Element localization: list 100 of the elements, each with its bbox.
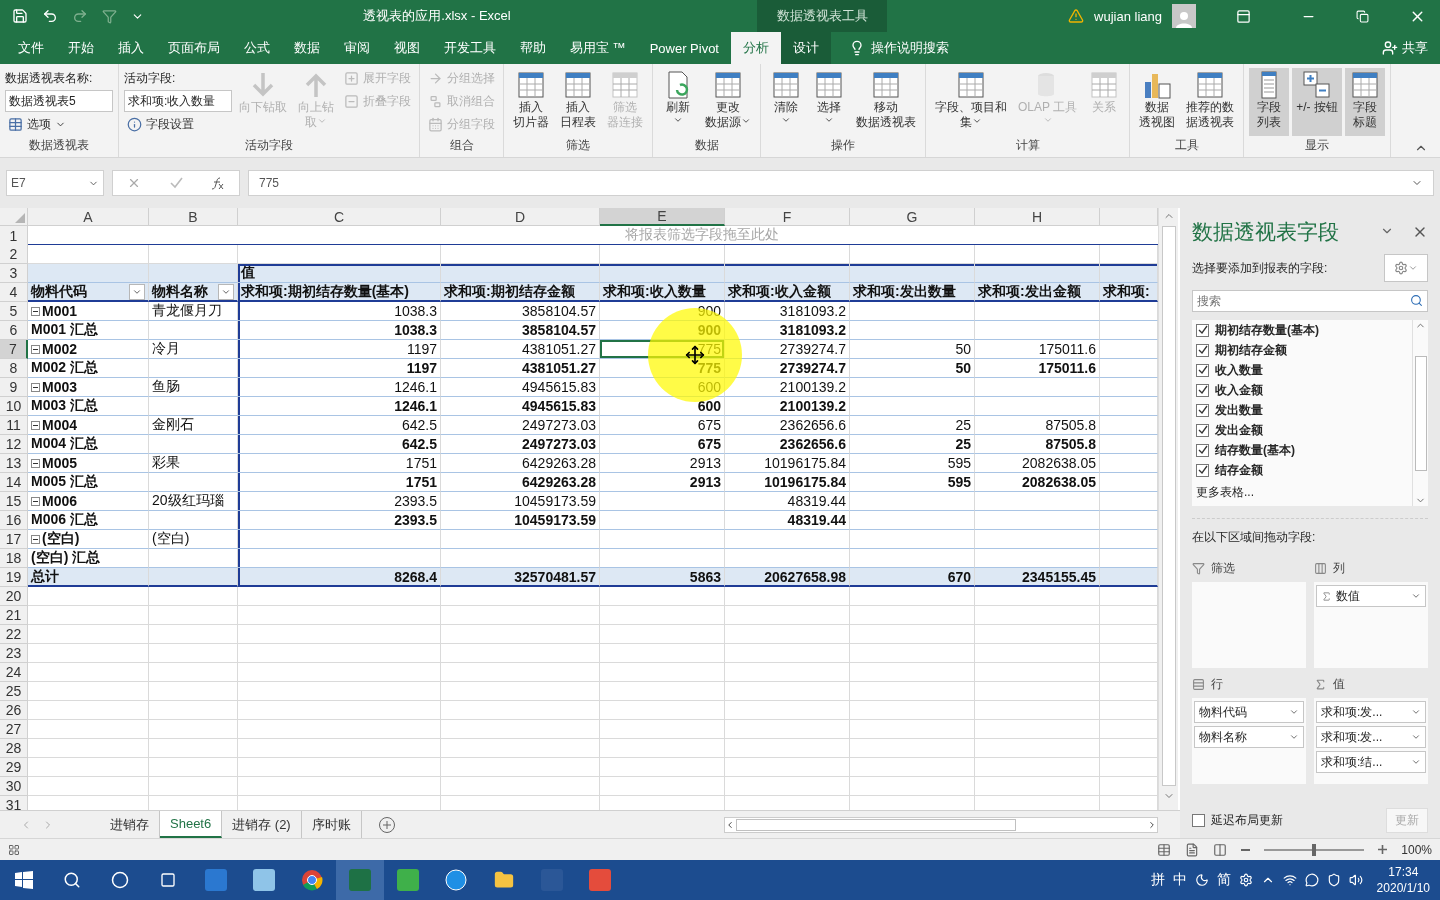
settings-button[interactable]	[1384, 254, 1428, 282]
page-layout-icon[interactable]	[1185, 842, 1200, 857]
menu-tab[interactable]: 审阅	[332, 32, 382, 64]
row-number[interactable]: 13	[0, 454, 28, 473]
row-number[interactable]: 28	[0, 739, 28, 758]
add-sheet-icon[interactable]	[377, 815, 396, 834]
row-number[interactable]: 4	[0, 283, 28, 302]
menu-tab[interactable]: 分析	[731, 32, 781, 64]
more-tables-link[interactable]: 更多表格...	[1196, 484, 1254, 501]
scroll-right-icon[interactable]	[1147, 819, 1157, 830]
folder-icon[interactable]	[494, 870, 514, 890]
row-number[interactable]: 2	[0, 245, 28, 264]
column-header[interactable]: E	[600, 208, 725, 226]
share-button[interactable]: 共享	[1382, 32, 1440, 64]
collapse-icon[interactable]	[31, 420, 40, 430]
settings-icon[interactable]	[1238, 873, 1253, 887]
menu-tab[interactable]: 开发工具	[432, 32, 508, 64]
checkbox[interactable]	[1196, 463, 1209, 477]
row-number[interactable]: 15	[0, 492, 28, 511]
browser-icon[interactable]	[301, 869, 323, 891]
ribbon-button[interactable]: 数据 透视图	[1135, 68, 1180, 136]
column-header[interactable]: G	[850, 208, 975, 226]
collapse-icon[interactable]	[31, 344, 40, 354]
ribbon-button[interactable]: 移动 数据透视表	[852, 68, 920, 136]
search-icon[interactable]	[63, 871, 81, 889]
menu-tab[interactable]: 公式	[232, 32, 282, 64]
menu-tab[interactable]: 文件	[6, 32, 56, 64]
collapse-icon[interactable]	[31, 382, 40, 392]
function-icon[interactable]	[211, 176, 225, 190]
area-field[interactable]: 物料代码	[1194, 701, 1304, 723]
chat-icon[interactable]	[1304, 873, 1319, 887]
zoom-out-icon[interactable]	[1241, 848, 1251, 851]
input-field[interactable]: 求和项:收入数量	[124, 90, 232, 112]
area-field[interactable]: 求和项:发...	[1316, 701, 1426, 723]
check-icon[interactable]	[169, 176, 183, 190]
column-header[interactable]: F	[725, 208, 850, 226]
ribbon-button[interactable]: 选择	[809, 68, 849, 136]
row-number[interactable]: 31	[0, 796, 28, 810]
row-number[interactable]: 25	[0, 682, 28, 701]
sheet-tab[interactable]: Sheet6	[160, 811, 223, 838]
menu-tab[interactable]: 帮助	[508, 32, 558, 64]
ribbon-button[interactable]: 插入 日程表	[556, 68, 600, 136]
input-method-indicator[interactable]: 拼	[1150, 871, 1165, 889]
row-number[interactable]: 20	[0, 587, 28, 606]
field-name[interactable]: 期初结存数量(基本)	[1215, 321, 1319, 339]
ribbon-button[interactable]: 插入 切片器	[509, 68, 553, 136]
column-header[interactable]: D	[441, 208, 600, 226]
search-field[interactable]: 搜索	[1192, 290, 1428, 312]
checkbox[interactable]	[1196, 383, 1209, 397]
area-field[interactable]: 物料名称	[1194, 726, 1304, 748]
row-number[interactable]: 14	[0, 473, 28, 492]
app-icon[interactable]	[445, 869, 467, 891]
checkbox[interactable]	[1196, 343, 1209, 357]
row-number[interactable]: 6	[0, 321, 28, 340]
menu-tab[interactable]: 开始	[56, 32, 106, 64]
checkbox[interactable]	[1196, 423, 1209, 437]
field-name[interactable]: 收入数量	[1215, 361, 1263, 379]
row-number[interactable]: 26	[0, 701, 28, 720]
wifi-icon[interactable]	[1282, 873, 1297, 887]
column-header[interactable]: B	[149, 208, 238, 226]
ribbon-options-icon[interactable]	[1236, 8, 1251, 24]
ribbon-button[interactable]: 选项	[5, 114, 113, 135]
collapse-icon[interactable]	[31, 306, 40, 316]
checkbox[interactable]	[1196, 403, 1209, 417]
ribbon-button[interactable]: 刷新	[658, 68, 698, 136]
circle-icon[interactable]	[111, 871, 129, 889]
column-header[interactable]: C	[238, 208, 441, 226]
checkbox[interactable]	[1196, 323, 1209, 337]
windows-icon[interactable]	[15, 871, 33, 889]
menu-tab[interactable]: 易用宝 ™	[558, 32, 638, 64]
area-field[interactable]: 求和项:发...	[1316, 726, 1426, 748]
row-number[interactable]: 24	[0, 663, 28, 682]
row-number[interactable]: 30	[0, 777, 28, 796]
task-view-icon[interactable]	[160, 872, 176, 888]
undo-icon[interactable]	[42, 8, 58, 24]
row-number[interactable]: 7	[0, 340, 28, 359]
slider-thumb[interactable]	[1312, 843, 1317, 856]
scroll-thumb[interactable]	[1161, 226, 1176, 786]
save-icon[interactable]	[12, 8, 28, 24]
row-number[interactable]: 12	[0, 435, 28, 454]
input-field[interactable]: 数据透视表5	[5, 90, 113, 112]
menu-tab[interactable]: 设计	[781, 32, 831, 64]
column-header[interactable]: H	[975, 208, 1100, 226]
row-number[interactable]: 1	[0, 226, 28, 246]
row-number[interactable]: 22	[0, 625, 28, 644]
menu-tab[interactable]: 数据	[282, 32, 332, 64]
collapse-icon[interactable]	[31, 496, 40, 506]
row-number[interactable]: 5	[0, 302, 28, 321]
ribbon-button[interactable]: +/- 按钮	[1292, 68, 1342, 136]
row-number[interactable]: 8	[0, 359, 28, 378]
row-number[interactable]: 29	[0, 758, 28, 777]
field-name[interactable]: 发出金额	[1215, 421, 1263, 439]
clock[interactable]: 17:34 2020/1/10	[1376, 864, 1430, 896]
menu-tab[interactable]: Power Pivot	[637, 32, 731, 64]
list-scrollbar[interactable]	[1412, 320, 1428, 506]
area-field[interactable]: 求和项:结...	[1316, 751, 1426, 773]
normal-view-icon[interactable]	[1157, 842, 1172, 857]
area-field[interactable]: 数值	[1316, 585, 1426, 607]
vertical-scrollbar[interactable]	[1158, 208, 1178, 810]
field-name[interactable]: 收入金额	[1215, 381, 1263, 399]
